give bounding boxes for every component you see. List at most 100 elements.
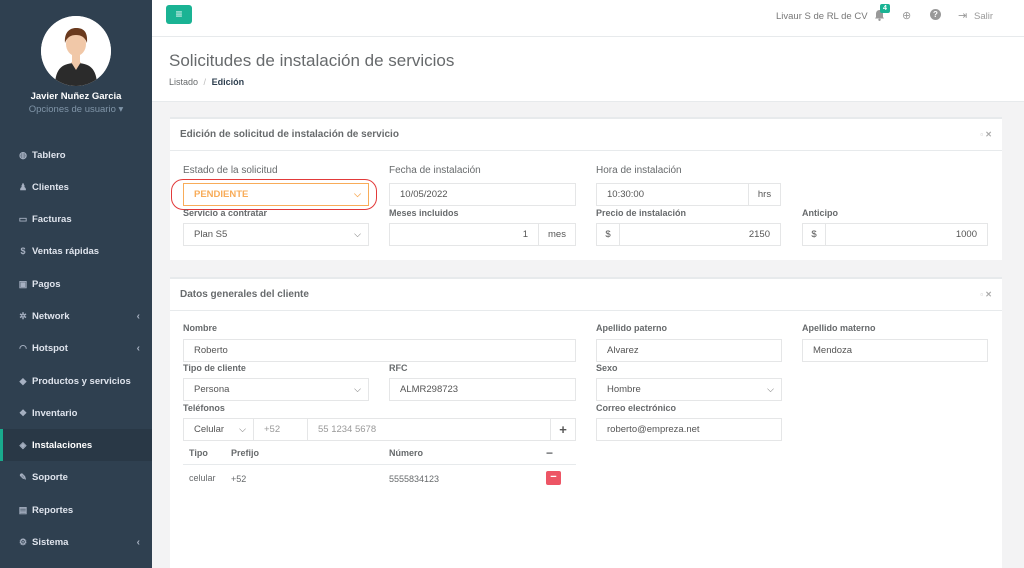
panel-title: Datos generales del cliente <box>180 289 309 300</box>
hora-input[interactable]: 10:30:00 <box>596 183 749 206</box>
hora-label: Hora de instalación <box>596 165 682 176</box>
sidebar-item-instalaciones[interactable]: ◈ Instalaciones <box>0 429 152 461</box>
page-title: Solicitudes de instalación de servicios <box>169 51 455 70</box>
money-icon: ▣ <box>18 278 28 289</box>
servicio-select[interactable]: Plan S5 ⌵ <box>183 223 369 246</box>
rfc-label: RFC <box>389 363 408 373</box>
logout-icon[interactable]: ⇥ <box>958 9 967 22</box>
hora-unit-addon: hrs <box>748 183 781 206</box>
sidebar-item-inventario[interactable]: ❖ Inventario <box>0 397 152 429</box>
menu-toggle-button[interactable]: ≡ <box>166 5 192 24</box>
sidebar-item-facturas[interactable]: ▭ Facturas <box>0 203 152 235</box>
telefono-tipo-select[interactable]: Celular ⌵ <box>183 418 254 441</box>
network-icon: ✲ <box>19 310 27 321</box>
nombre-input[interactable]: Roberto <box>183 339 576 362</box>
meses-unit-addon: mes <box>538 223 576 246</box>
telefonos-label: Teléfonos <box>183 403 225 413</box>
sidebar-item-label: Network <box>32 310 70 322</box>
sidebar-item-productos[interactable]: ◆ Productos y servicios <box>0 365 152 397</box>
help-icon[interactable]: ? <box>930 9 941 20</box>
cubes-icon: ❖ <box>18 407 28 418</box>
sidebar: Javier Nuñez Garcia Opciones de usuario … <box>0 0 152 568</box>
close-icon[interactable]: ✕ <box>985 130 992 139</box>
dollar-icon: $ <box>20 246 26 256</box>
anticipo-label: Anticipo <box>802 208 838 218</box>
col-header-numero: Número <box>389 448 424 458</box>
company-name: Livaur S de RL de CV <box>776 11 868 22</box>
sidebar-item-soporte[interactable]: ✎ Soporte <box>0 461 152 493</box>
sexo-label: Sexo <box>596 363 618 373</box>
top-navbar: ≡ Livaur S de RL de CV 4 ⊕ ? ⇥ Salir <box>152 0 1024 37</box>
apellido-materno-input[interactable]: Mendoza <box>802 339 988 362</box>
fecha-input[interactable]: 10/05/2022 <box>389 183 576 206</box>
nombre-label: Nombre <box>183 323 218 333</box>
sidebar-item-label: Reportes <box>32 504 74 516</box>
precio-input[interactable]: 2150 <box>619 223 781 246</box>
meses-label: Meses incluidos <box>389 208 459 218</box>
sidebar-item-network[interactable]: ✲ Network ‹ <box>0 300 152 332</box>
close-icon[interactable]: ✕ <box>985 290 992 299</box>
remove-phone-button[interactable]: − <box>546 471 561 485</box>
solicitud-panel-header: Edición de solicitud de instalación de s… <box>170 119 1002 151</box>
tipo-cliente-label: Tipo de cliente <box>183 363 246 373</box>
chevron-left-icon: ‹ <box>136 310 140 322</box>
apellido-paterno-input[interactable]: Alvarez <box>596 339 782 362</box>
sidebar-item-reportes[interactable]: ▤ Reportes <box>0 494 152 526</box>
support-icon[interactable]: ⊕ <box>902 9 911 22</box>
file-icon: ▭ <box>18 213 28 224</box>
notification-count-badge: 4 <box>880 4 890 13</box>
wifi-icon: ◠ <box>19 342 27 353</box>
sidebar-item-label: Clientes <box>32 181 69 193</box>
sidebar-item-pagos[interactable]: ▣ Pagos <box>0 268 152 300</box>
breadcrumb-listado[interactable]: Listado <box>169 77 198 87</box>
sidebar-item-label: Sistema <box>32 536 69 548</box>
save-icon[interactable]: ▫ <box>980 290 983 299</box>
profile-panel: Javier Nuñez Garcia Opciones de usuario … <box>0 0 152 133</box>
book-icon: ▤ <box>18 504 28 515</box>
sidebar-item-label: Tablero <box>32 149 66 161</box>
sidebar-item-tablero[interactable]: ◍ Tablero <box>0 139 152 171</box>
chevron-down-icon: ⌵ <box>354 229 361 239</box>
phone-numero-cell: 5555834123 <box>389 474 440 484</box>
sidebar-item-label: Soporte <box>32 471 68 483</box>
sexo-value: Hombre <box>607 384 641 395</box>
telefono-tipo-value: Celular <box>194 424 225 435</box>
chevron-left-icon: ‹ <box>136 536 140 548</box>
users-icon: ♟ <box>18 181 28 192</box>
apellido-paterno-label: Apellido paterno <box>596 323 668 333</box>
estado-label: Estado de la solicitud <box>183 165 278 176</box>
highlight-annotation <box>171 179 377 210</box>
phone-tipo-cell: celular <box>189 473 216 483</box>
logout-link[interactable]: Salir <box>974 11 993 22</box>
avatar[interactable] <box>41 16 111 86</box>
cogs-icon: ⚙ <box>18 536 28 547</box>
sidebar-item-label: Inventario <box>32 407 78 419</box>
user-options-dropdown[interactable]: Opciones de usuario ▾ <box>0 104 152 115</box>
tipo-cliente-value: Persona <box>194 384 230 395</box>
dashboard-icon: ◍ <box>19 149 27 160</box>
telefono-prefijo-input[interactable]: +52 <box>253 418 308 441</box>
sidebar-item-ventas-rapidas[interactable]: $ Ventas rápidas <box>0 235 152 267</box>
save-icon[interactable]: ▫ <box>980 130 983 139</box>
sexo-select[interactable]: Hombre ⌵ <box>596 378 782 401</box>
sidebar-item-label: Productos y servicios <box>32 375 131 387</box>
add-phone-button[interactable]: + <box>550 418 576 441</box>
correo-input[interactable]: roberto@empreza.net <box>596 418 782 441</box>
anticipo-currency-addon: $ <box>802 223 826 246</box>
sidebar-item-clientes[interactable]: ♟ Clientes <box>0 171 152 203</box>
telefono-numero-input[interactable]: 55 1234 5678 <box>307 418 551 441</box>
sidebar-item-hotspot[interactable]: ◠ Hotspot ‹ <box>0 332 152 364</box>
table-divider <box>183 464 576 465</box>
col-header-remove: − <box>546 446 554 460</box>
correo-label: Correo electrónico <box>596 403 677 413</box>
rfc-input[interactable]: ALMR298723 <box>389 378 576 401</box>
tag-icon: ◆ <box>19 375 27 386</box>
chevron-down-icon: ⌵ <box>354 384 361 394</box>
panel-tools: ▫ ✕ <box>980 130 992 139</box>
sidebar-item-label: Facturas <box>32 213 72 225</box>
anticipo-input[interactable]: 1000 <box>825 223 988 246</box>
meses-input[interactable]: 1 <box>389 223 539 246</box>
sidebar-item-sistema[interactable]: ⚙ Sistema ‹ <box>0 526 152 558</box>
tipo-cliente-select[interactable]: Persona ⌵ <box>183 378 369 401</box>
servicio-label: Servicio a contratar <box>183 208 268 218</box>
